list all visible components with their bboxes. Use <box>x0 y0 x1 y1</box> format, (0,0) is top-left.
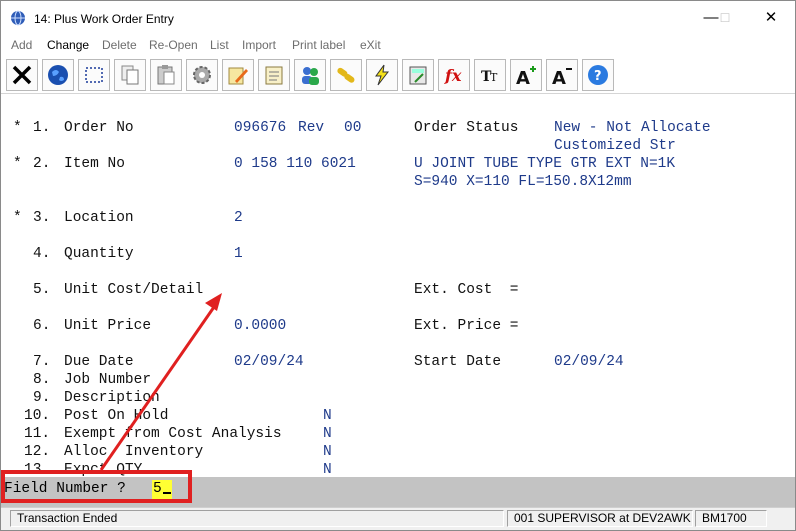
status-user: 001 SUPERVISOR at DEV2AWK <box>507 510 693 527</box>
annotation-arrow <box>99 293 222 471</box>
status-bar: Transaction Ended 001 SUPERVISOR at DEV2… <box>1 507 795 530</box>
app-window: 14: Plus Work Order Entry — ☐ ✕ Add Chan… <box>0 0 796 531</box>
status-code: BM1700 <box>695 510 767 527</box>
status-message: Transaction Ended <box>10 510 504 527</box>
